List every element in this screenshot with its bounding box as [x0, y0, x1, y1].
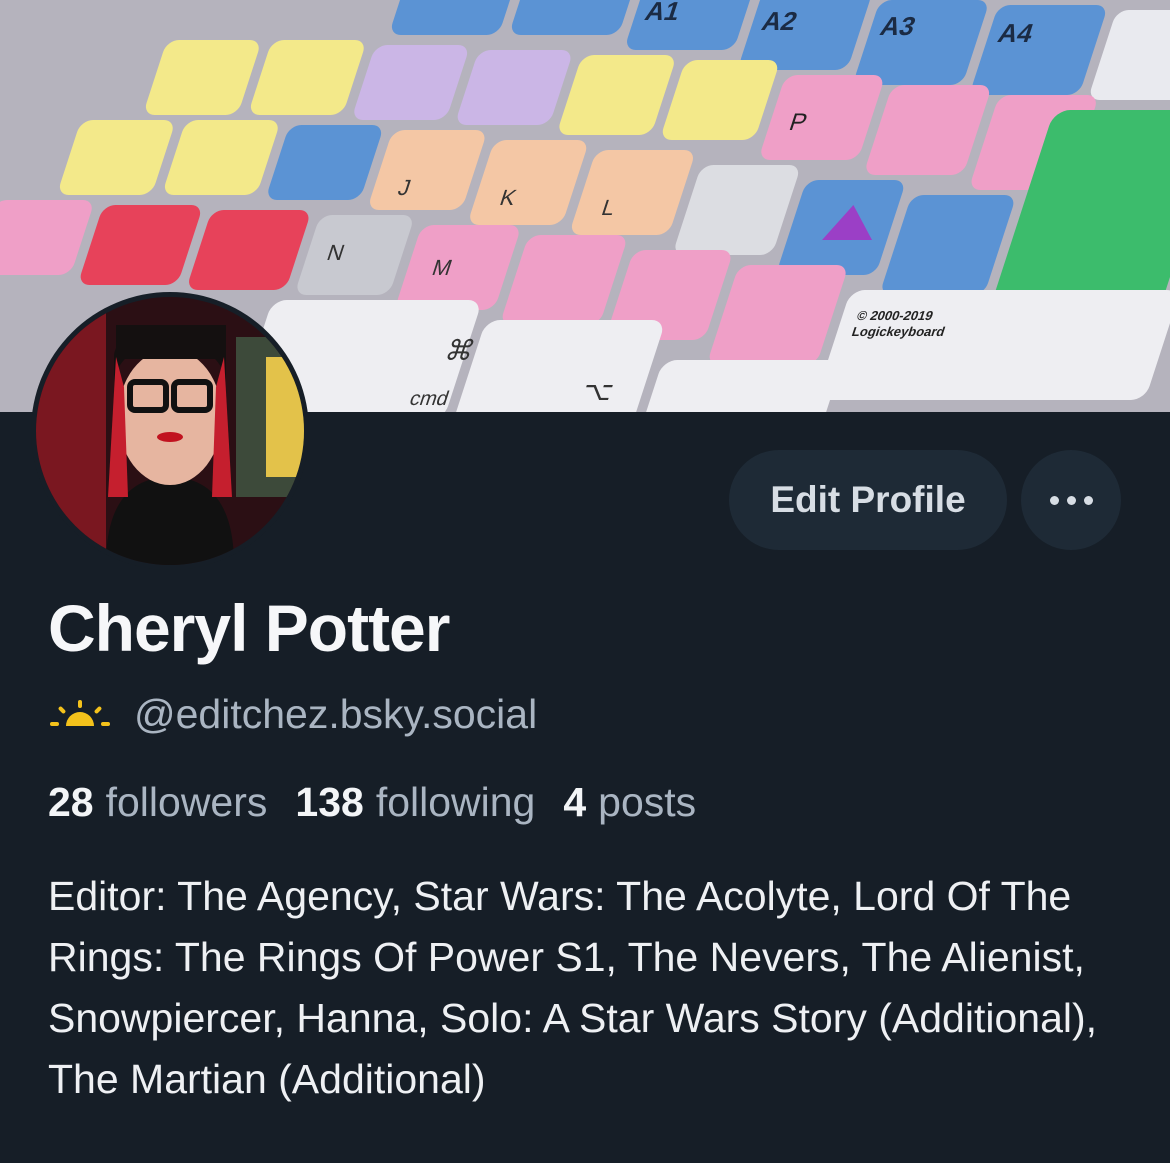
followers-link[interactable]: 28 followers — [48, 779, 295, 826]
copyright-line2: Logickeyboard — [850, 324, 947, 339]
avatar[interactable] — [31, 292, 309, 570]
following-link[interactable]: 138 following — [295, 779, 563, 826]
profile-stats: 28 followers 138 following 4 posts — [48, 776, 724, 828]
more-options-button[interactable] — [1021, 450, 1121, 550]
handle[interactable]: @editchez.bsky.social — [134, 691, 537, 738]
key-label-cmd: cmd — [407, 387, 452, 409]
handle-row: @editchez.bsky.social — [48, 688, 537, 740]
followers-label: followers — [105, 778, 268, 825]
edit-profile-button[interactable]: Edit Profile — [729, 450, 1007, 550]
followers-count: 28 — [48, 778, 94, 825]
display-name: Cheryl Potter — [48, 591, 450, 665]
following-label: following — [375, 778, 536, 825]
posts-count: 4 — [563, 778, 587, 825]
copyright-line1: © 2000-2019 — [855, 308, 935, 323]
profile-bio: Editor: The Agency, Star Wars: The Acoly… — [48, 873, 1098, 1102]
posts-stat: 4 posts — [563, 779, 724, 826]
ellipsis-icon — [1046, 495, 1097, 505]
following-count: 138 — [295, 778, 364, 825]
posts-label: posts — [598, 778, 697, 825]
sun-icon — [50, 700, 110, 726]
